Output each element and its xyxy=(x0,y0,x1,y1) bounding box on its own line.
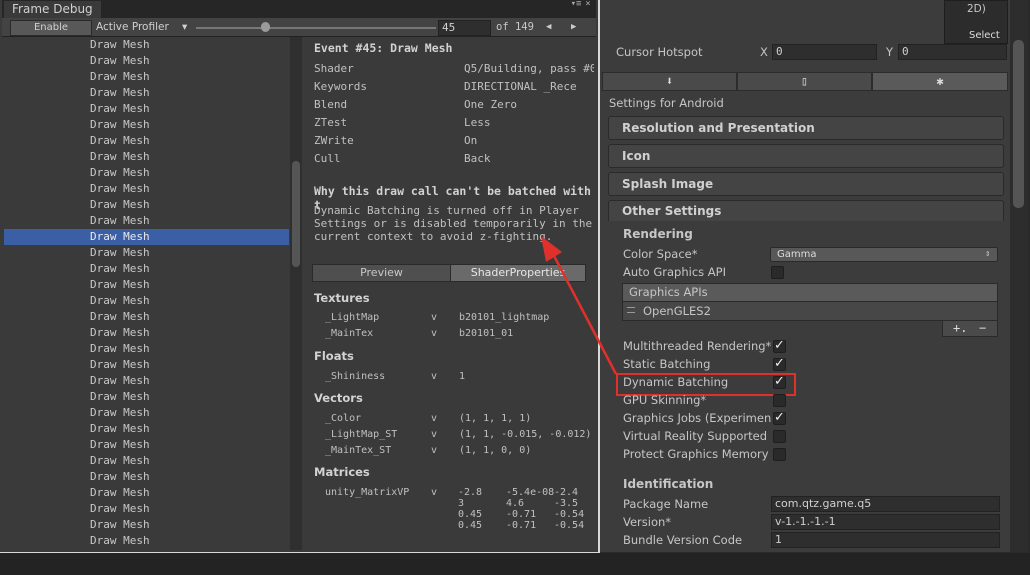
toggle-label: Virtual Reality Supported xyxy=(623,429,768,443)
toggle-label: Graphics Jobs (Experimen xyxy=(623,411,772,425)
toggle-label: Dynamic Batching xyxy=(623,375,729,389)
toggle-checkbox[interactable] xyxy=(773,374,786,389)
toggle-label: GPU Skinning* xyxy=(623,393,707,407)
annotation-arrow-line xyxy=(550,251,618,375)
toggle-label: Protect Graphics Memory xyxy=(623,447,769,461)
toggle-checkbox[interactable] xyxy=(773,430,786,443)
annotation-arrow xyxy=(541,236,618,375)
toggle-checkbox[interactable] xyxy=(773,448,786,461)
toggle-label: Multithreaded Rendering* xyxy=(623,339,772,353)
toggle-label: Static Batching xyxy=(623,357,711,371)
toggle-checkbox[interactable] xyxy=(773,338,786,353)
toggle-checkbox[interactable] xyxy=(773,410,786,425)
toggle-checkbox[interactable] xyxy=(773,356,786,371)
annotation-arrow-head xyxy=(541,236,562,262)
toggle-checkbox[interactable] xyxy=(773,394,786,407)
